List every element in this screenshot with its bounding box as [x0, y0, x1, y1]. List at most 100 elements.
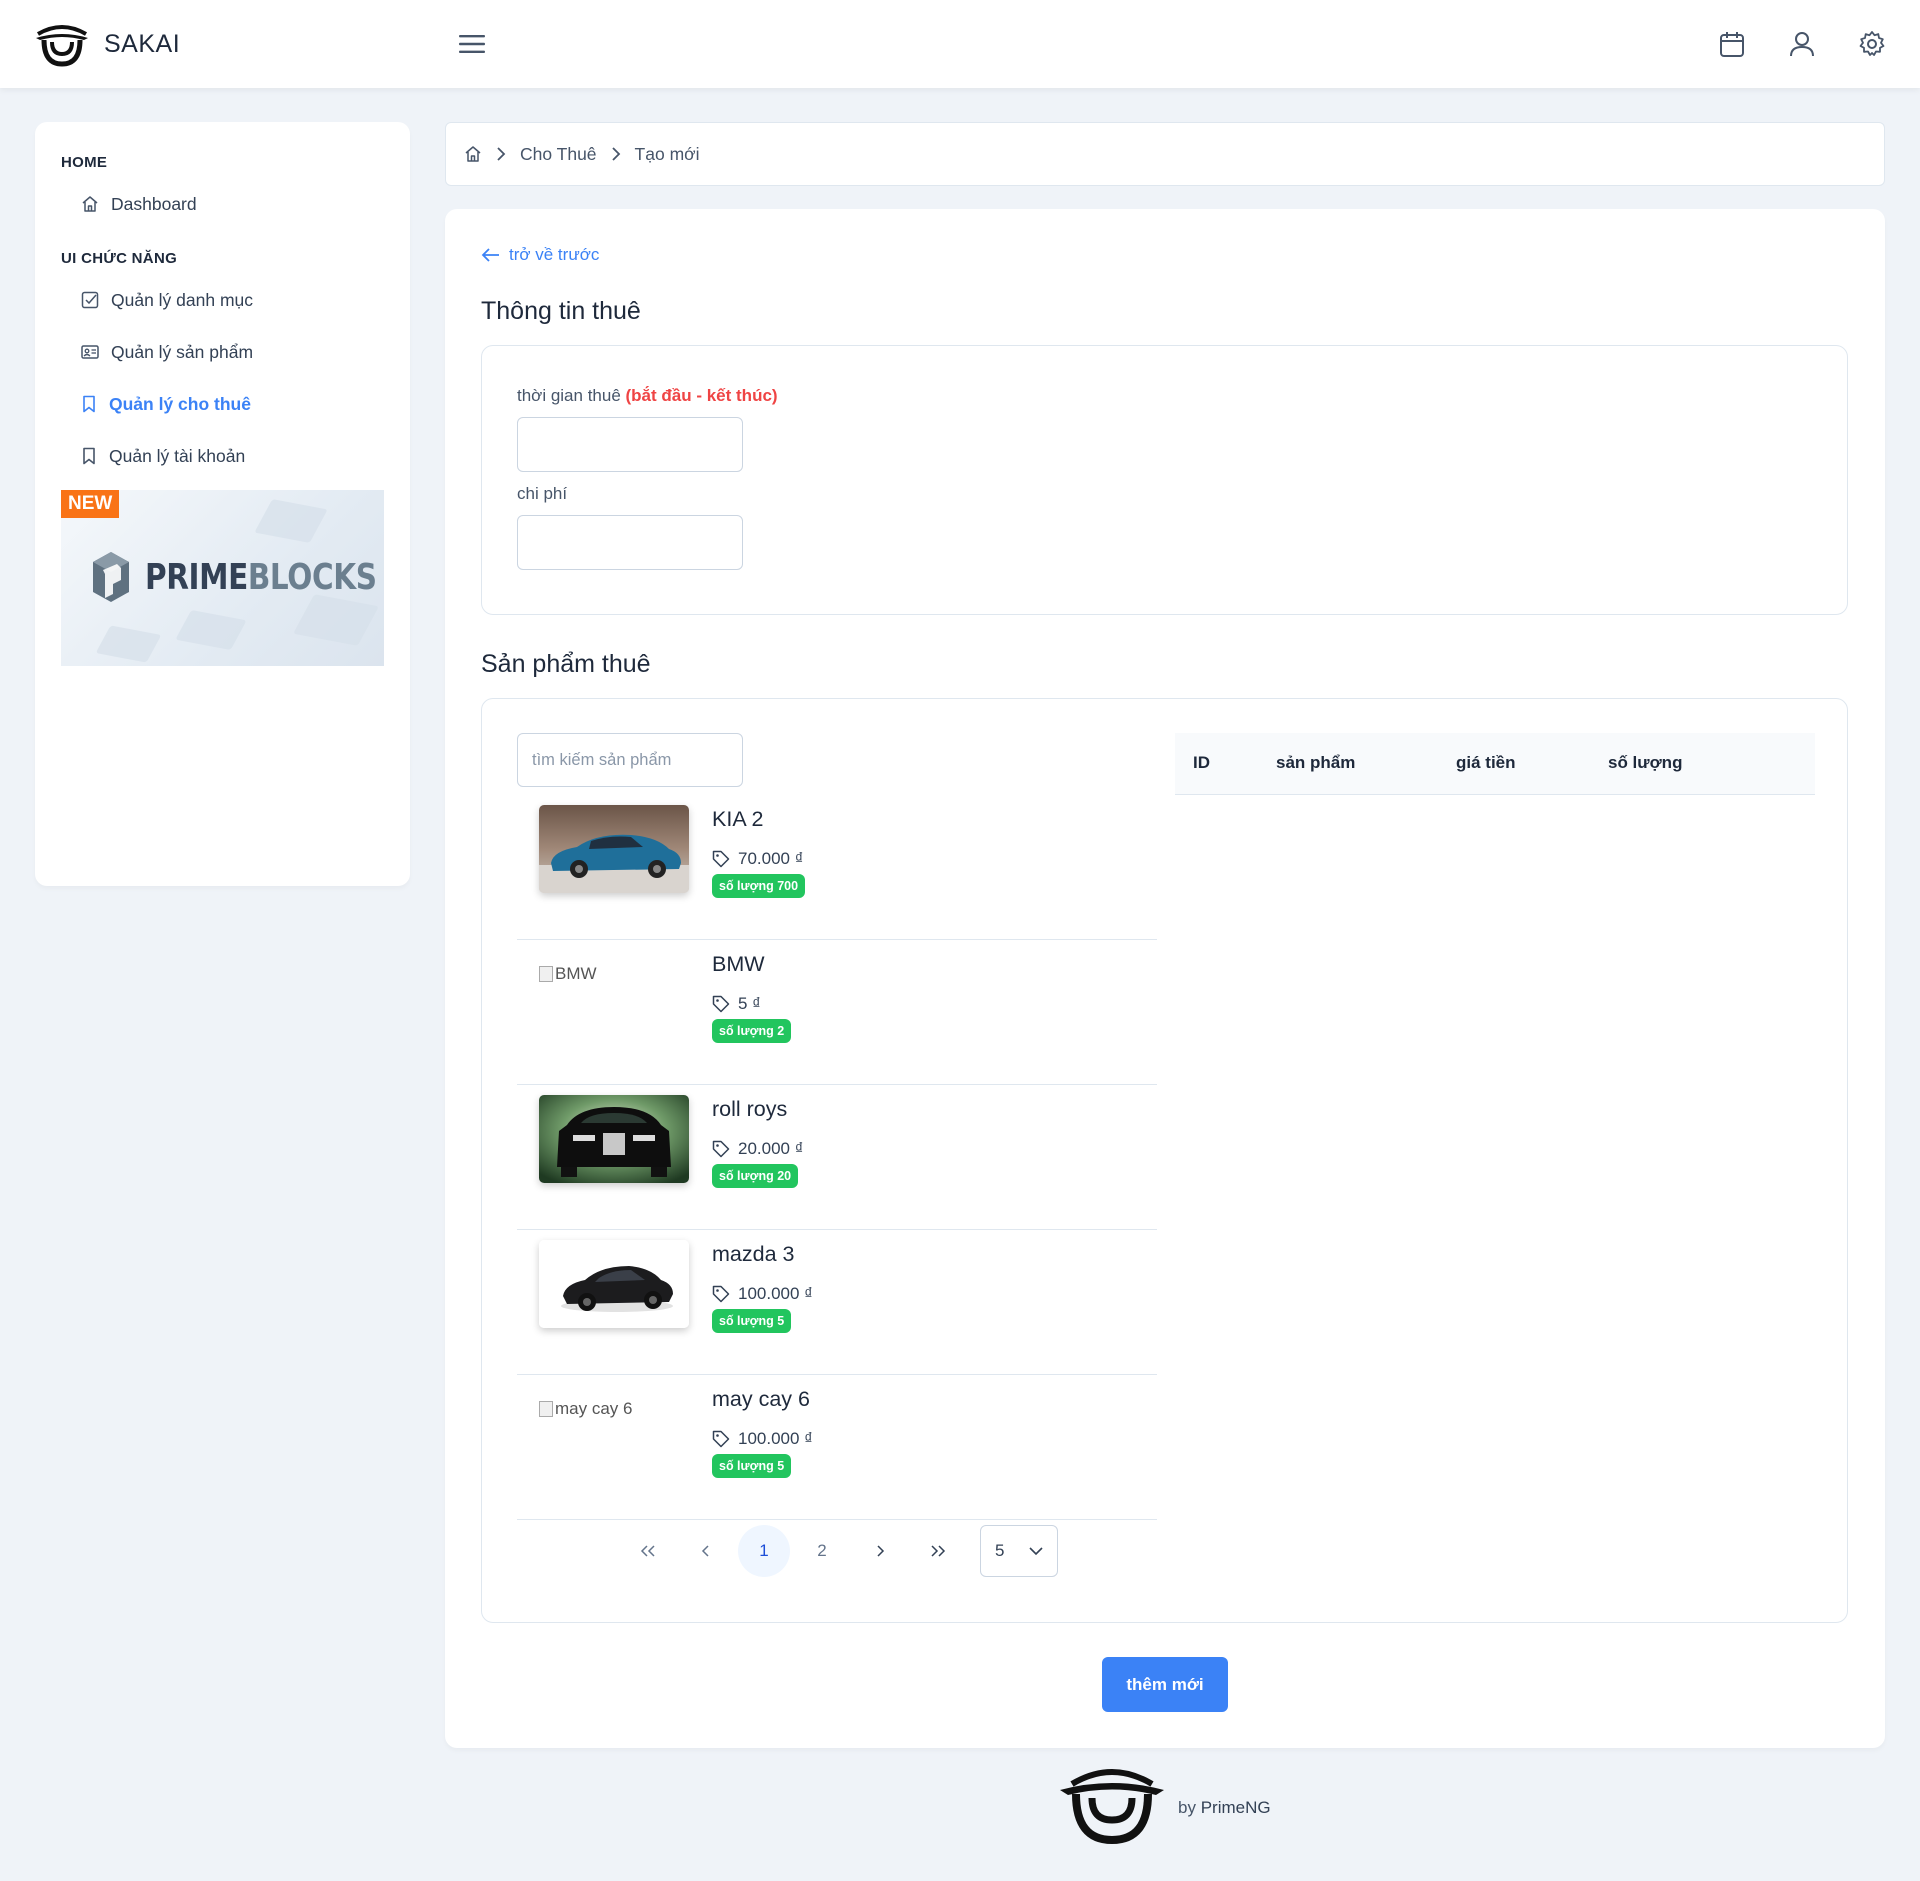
home-icon[interactable]	[464, 145, 482, 163]
column-quantity: số lượng	[1608, 753, 1683, 772]
user-icon	[1790, 32, 1814, 57]
check-square-icon	[81, 291, 99, 309]
tag-icon	[712, 1430, 730, 1448]
broken-image-icon	[539, 966, 553, 982]
profile-button[interactable]	[1780, 22, 1824, 66]
menu-section-home: HOME	[61, 154, 108, 171]
back-link[interactable]: trở về trước	[481, 245, 599, 265]
brand-prime: PRIME	[145, 556, 248, 598]
product-image	[539, 805, 689, 893]
promo-decoration	[254, 499, 328, 543]
product-price-value: 20.000 ₫	[738, 1139, 804, 1158]
column-id: ID	[1193, 753, 1210, 772]
product-price: 5 ₫	[712, 994, 761, 1014]
period-label: thời gian thuê (bắt đầu - kết thúc)	[517, 386, 778, 406]
tag-icon	[712, 1285, 730, 1303]
sidebar-item-label: Quản lý danh mục	[111, 289, 254, 310]
sidebar-item-category[interactable]: Quản lý danh mục	[61, 274, 384, 326]
sidebar-item-products[interactable]: Quản lý sản phẩm	[61, 326, 384, 378]
list-item[interactable]: mazda 3 100.000 ₫ số lượng 5	[517, 1230, 1157, 1375]
product-price-value: 100.000 ₫	[738, 1284, 813, 1303]
product-price: 100.000 ₫	[712, 1429, 813, 1449]
add-new-button[interactable]: thêm mới	[1102, 1657, 1228, 1712]
chevron-down-icon	[1029, 1547, 1043, 1556]
product-list: KIA 2 70.000 ₫ số lượng 700 BMW BMW 5 ₫	[517, 795, 1157, 1520]
chevron-right-icon	[497, 147, 506, 161]
first-page-button[interactable]	[622, 1525, 674, 1577]
rental-info-panel: thời gian thuê (bắt đầu - kết thúc) chi …	[481, 345, 1848, 615]
next-page-button[interactable]	[854, 1525, 906, 1577]
product-search-input[interactable]	[517, 733, 743, 787]
page-button-2[interactable]: 2	[796, 1525, 848, 1577]
sakai-logo-icon	[36, 25, 88, 67]
quantity-badge: số lượng 700	[712, 874, 806, 898]
column-price: giá tiền	[1456, 753, 1516, 772]
arrow-left-icon	[481, 248, 499, 262]
bookmark-icon	[83, 395, 95, 413]
topbar: SAKAI	[0, 0, 1920, 88]
calendar-icon	[1720, 32, 1744, 57]
paginator: 1 2 5	[622, 1525, 1058, 1577]
primeblocks-logo: PRIMEBLOCKS	[91, 550, 384, 604]
sidebar-item-dashboard[interactable]: Dashboard	[61, 178, 384, 230]
rows-per-page-select[interactable]: 5	[980, 1525, 1058, 1577]
rental-info-title: Thông tin thuê	[481, 297, 641, 325]
menu-section-ui: UI CHỨC NĂNG	[61, 250, 178, 267]
brand-blocks: BLOCKS	[247, 556, 377, 598]
last-page-button[interactable]	[912, 1525, 964, 1577]
sakai-logo-icon	[1060, 1769, 1164, 1844]
chevron-right-icon	[611, 147, 620, 161]
breadcrumb-create[interactable]: Tạo mới	[635, 144, 700, 165]
tag-icon	[712, 850, 730, 868]
settings-button[interactable]	[1850, 22, 1894, 66]
page-button-1[interactable]: 1	[738, 1525, 790, 1577]
prev-page-button[interactable]	[680, 1525, 732, 1577]
cost-label: chi phí	[517, 484, 568, 503]
app-logo[interactable]: SAKAI	[34, 20, 180, 68]
car-photo-rolls	[539, 1095, 689, 1183]
product-price: 20.000 ₫	[712, 1139, 803, 1159]
topbar-actions	[1710, 22, 1894, 66]
footer-brand: PrimeNG	[1200, 1798, 1271, 1817]
cost-input[interactable]	[517, 515, 743, 570]
primeblocks-promo-banner[interactable]: NEW PRIMEBLOCKS	[61, 490, 384, 666]
sidebar: HOME Dashboard UI CHỨC NĂNG Quản lý danh…	[35, 122, 410, 886]
promo-decoration	[95, 625, 162, 663]
quantity-badge: số lượng 5	[712, 1454, 792, 1478]
product-price: 70.000 ₫	[712, 849, 803, 869]
tag-icon	[712, 1140, 730, 1158]
sidebar-item-label: Dashboard	[111, 193, 197, 214]
main-card: trở về trước Thông tin thuê thời gian th…	[445, 209, 1885, 1748]
rental-items-table: ID sản phẩm giá tiền số lượng	[1175, 733, 1815, 795]
rental-products-title: Sản phẩm thuê	[481, 650, 651, 678]
list-item[interactable]: may cay 6 may cay 6 100.000 ₫ số lượng 5	[517, 1375, 1157, 1520]
sidebar-item-rentals[interactable]: Quản lý cho thuê	[61, 378, 384, 430]
menu-toggle-button[interactable]	[452, 24, 492, 64]
product-name: KIA 2	[712, 807, 764, 831]
sidebar-item-accounts[interactable]: Quản lý tài khoản	[61, 430, 384, 482]
calendar-button[interactable]	[1710, 22, 1754, 66]
sidebar-item-label: Quản lý tài khoản	[109, 445, 246, 466]
product-image	[539, 1240, 689, 1328]
image-alt-text: BMW	[555, 964, 597, 983]
car-photo-mazda	[539, 1240, 689, 1328]
column-product: sản phẩm	[1276, 753, 1356, 772]
footer-by: by	[1178, 1798, 1196, 1817]
quantity-badge: số lượng 20	[712, 1164, 799, 1188]
list-item[interactable]: BMW BMW 5 ₫ số lượng 2	[517, 940, 1157, 1085]
rental-products-panel: KIA 2 70.000 ₫ số lượng 700 BMW BMW 5 ₫	[481, 698, 1848, 1623]
product-price-value: 70.000 ₫	[738, 849, 804, 868]
quantity-badge: số lượng 5	[712, 1309, 792, 1333]
product-name: BMW	[712, 952, 765, 976]
list-item[interactable]: KIA 2 70.000 ₫ số lượng 700	[517, 795, 1157, 940]
primeblocks-wordmark: PRIMEBLOCKS	[145, 557, 377, 598]
chevrons-right-icon	[931, 1545, 946, 1557]
breadcrumb-rentals[interactable]: Cho Thuê	[520, 144, 597, 165]
product-image-broken: may cay 6	[539, 1399, 632, 1419]
product-price: 100.000 ₫	[712, 1284, 813, 1304]
chevron-right-icon	[877, 1545, 885, 1557]
period-hint: (bắt đầu - kết thúc)	[625, 386, 778, 405]
list-item[interactable]: roll roys 20.000 ₫ số lượng 20	[517, 1085, 1157, 1230]
quantity-badge: số lượng 2	[712, 1019, 792, 1043]
rental-period-input[interactable]	[517, 417, 743, 472]
